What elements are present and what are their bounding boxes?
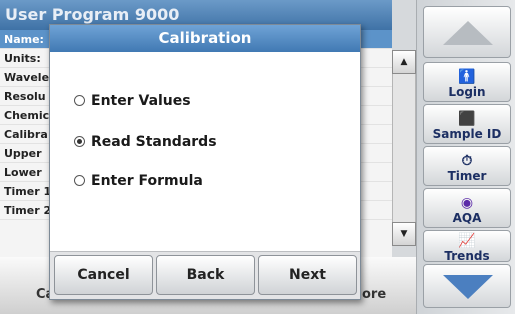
cancel-button[interactable]: Cancel bbox=[54, 255, 153, 295]
next-button[interactable]: Next bbox=[258, 255, 357, 295]
sample-vial-icon: ⬛ bbox=[458, 111, 476, 127]
right-sidebar: 🚹 Login ⬛ Sample ID ⏱ Timer ◉ AQA 📈 Tren… bbox=[416, 0, 515, 314]
radio-icon bbox=[74, 94, 85, 106]
timer-icon: ⏱ bbox=[461, 153, 473, 169]
trend-chart-icon: 📈 bbox=[458, 233, 476, 249]
radio-checked-icon bbox=[74, 135, 85, 147]
dialog-footer: Cancel Back Next bbox=[50, 251, 360, 299]
trends-label: Trends bbox=[444, 249, 490, 263]
option-label: Enter Formula bbox=[91, 173, 203, 189]
option-label: Read Standards bbox=[91, 134, 217, 150]
radio-icon bbox=[74, 174, 85, 186]
option-read-standards[interactable]: Read Standards bbox=[74, 134, 217, 154]
arrow-down-icon bbox=[443, 275, 493, 299]
list-scrollbar-track[interactable] bbox=[392, 74, 416, 222]
option-label: Enter Values bbox=[91, 93, 191, 109]
aqa-label: AQA bbox=[452, 211, 482, 225]
timer-button[interactable]: ⏱ Timer bbox=[423, 146, 511, 186]
list-scroll-down-button[interactable]: ▼ bbox=[392, 222, 416, 246]
login-button[interactable]: 🚹 Login bbox=[423, 62, 511, 102]
sample-id-label: Sample ID bbox=[432, 127, 502, 141]
aqa-button[interactable]: ◉ AQA bbox=[423, 188, 511, 228]
person-icon: 🚹 bbox=[458, 69, 476, 85]
scroll-up-button[interactable] bbox=[423, 6, 511, 58]
dialog-title: Calibration bbox=[50, 25, 360, 52]
option-enter-values[interactable]: Enter Values bbox=[74, 93, 191, 113]
sample-id-button[interactable]: ⬛ Sample ID bbox=[423, 104, 511, 144]
login-label: Login bbox=[448, 85, 486, 99]
option-enter-formula[interactable]: Enter Formula bbox=[74, 173, 203, 193]
list-scroll-up-button[interactable]: ▲ bbox=[392, 50, 416, 74]
timer-label: Timer bbox=[447, 169, 487, 183]
back-button[interactable]: Back bbox=[156, 255, 255, 295]
scroll-down-button[interactable] bbox=[423, 264, 511, 308]
aqa-icon: ◉ bbox=[460, 195, 474, 211]
background-bottom-right-label[interactable]: ore bbox=[362, 287, 386, 302]
calibration-dialog: Calibration Enter Values Read Standards … bbox=[49, 24, 361, 300]
trends-button[interactable]: 📈 Trends bbox=[423, 230, 511, 263]
arrow-up-icon bbox=[443, 21, 493, 45]
